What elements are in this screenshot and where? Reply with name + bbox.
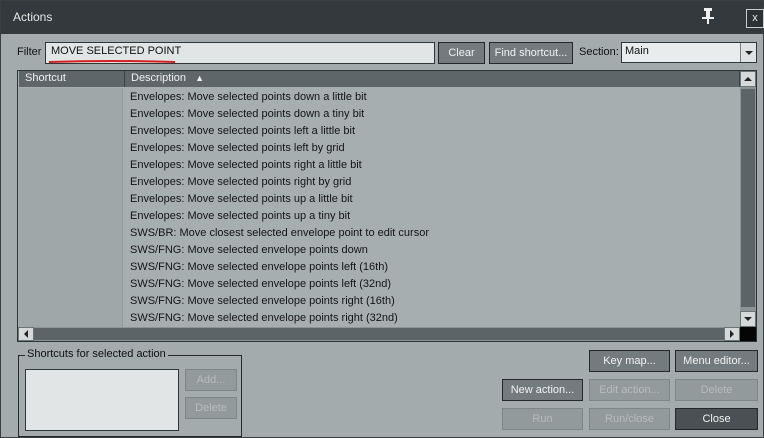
key-map-button[interactable]: Key map... <box>589 350 670 372</box>
vertical-scrollbar[interactable] <box>740 71 756 327</box>
title-bar: Actions x <box>1 1 764 34</box>
action-rows: Envelopes: Move selected points down a l… <box>130 89 429 327</box>
shortcuts-group: Shortcuts for selected action Add... Del… <box>18 348 242 437</box>
column-header-description[interactable]: Description ▲ <box>125 71 740 87</box>
list-item[interactable]: Envelopes: Move selected points left by … <box>130 140 429 157</box>
filter-label: Filter <box>17 46 42 58</box>
list-item[interactable]: Envelopes: Move selected points left a l… <box>130 123 429 140</box>
horizontal-scrollbar[interactable] <box>18 327 740 341</box>
list-item[interactable]: SWS/BR: Move closest selected envelope p… <box>130 225 429 242</box>
run-close-button[interactable]: Run/close <box>589 408 670 430</box>
scroll-left-icon[interactable] <box>18 327 34 341</box>
list-item[interactable]: SWS/FNG: Move selected envelope points l… <box>130 276 429 293</box>
close-icon: x <box>752 12 758 24</box>
list-item[interactable]: Envelopes: Move selected points up a lit… <box>130 191 429 208</box>
delete-shortcut-button[interactable]: Delete <box>185 397 237 419</box>
column-header-description-label: Description <box>131 72 187 84</box>
vertical-scroll-thumb[interactable] <box>741 89 755 307</box>
actions-window: Actions x Filter MOVE SELECTED POINT Cle… <box>0 0 764 438</box>
list-item[interactable]: Envelopes: Move selected points down a t… <box>130 106 429 123</box>
pin-icon[interactable] <box>701 7 715 25</box>
list-item[interactable]: SWS/FNG: Move selected envelope points r… <box>130 310 429 327</box>
close-window-button[interactable]: x <box>746 9 764 28</box>
spellcheck-underline <box>49 60 175 63</box>
delete-action-button[interactable]: Delete <box>675 379 758 401</box>
section-value: Main <box>625 45 649 57</box>
list-item[interactable]: SWS/FNG: Move selected envelope points r… <box>130 293 429 310</box>
horizontal-scroll-thumb[interactable] <box>34 328 724 340</box>
list-item[interactable]: Envelopes: Move selected points down a l… <box>130 89 429 106</box>
list-item[interactable]: Envelopes: Move selected points up a tin… <box>130 208 429 225</box>
new-action-button[interactable]: New action... <box>502 379 583 401</box>
close-button[interactable]: Close <box>675 408 758 430</box>
list-item[interactable]: Envelopes: Move selected points right a … <box>130 157 429 174</box>
scroll-right-icon[interactable] <box>724 327 740 341</box>
edit-action-button[interactable]: Edit action... <box>589 379 670 401</box>
list-item[interactable]: Envelopes: Move selected points right by… <box>130 174 429 191</box>
clear-button[interactable]: Clear <box>438 42 485 64</box>
scrollbar-corner <box>740 327 756 341</box>
shortcuts-group-title: Shortcuts for selected action <box>25 348 168 360</box>
list-item[interactable]: SWS/FNG: Move selected envelope points d… <box>130 242 429 259</box>
actions-list: Shortcut Description ▲ Envelopes: Move s… <box>17 70 757 342</box>
window-title: Actions <box>13 10 53 24</box>
shortcut-column <box>19 88 123 327</box>
scroll-up-icon[interactable] <box>740 71 756 87</box>
scroll-down-icon[interactable] <box>740 311 756 327</box>
run-button[interactable]: Run <box>502 408 583 430</box>
find-shortcut-button[interactable]: Find shortcut... <box>489 42 573 64</box>
shortcuts-list[interactable] <box>25 369 179 431</box>
chevron-down-icon[interactable] <box>740 43 756 62</box>
list-item[interactable]: SWS/FNG: Move selected envelope points l… <box>130 259 429 276</box>
section-label: Section: <box>579 46 619 58</box>
add-shortcut-button[interactable]: Add... <box>185 369 237 391</box>
section-select[interactable]: Main <box>621 42 757 63</box>
menu-editor-button[interactable]: Menu editor... <box>675 350 758 372</box>
column-header-shortcut[interactable]: Shortcut <box>19 71 125 87</box>
sort-ascending-icon: ▲ <box>195 73 205 83</box>
